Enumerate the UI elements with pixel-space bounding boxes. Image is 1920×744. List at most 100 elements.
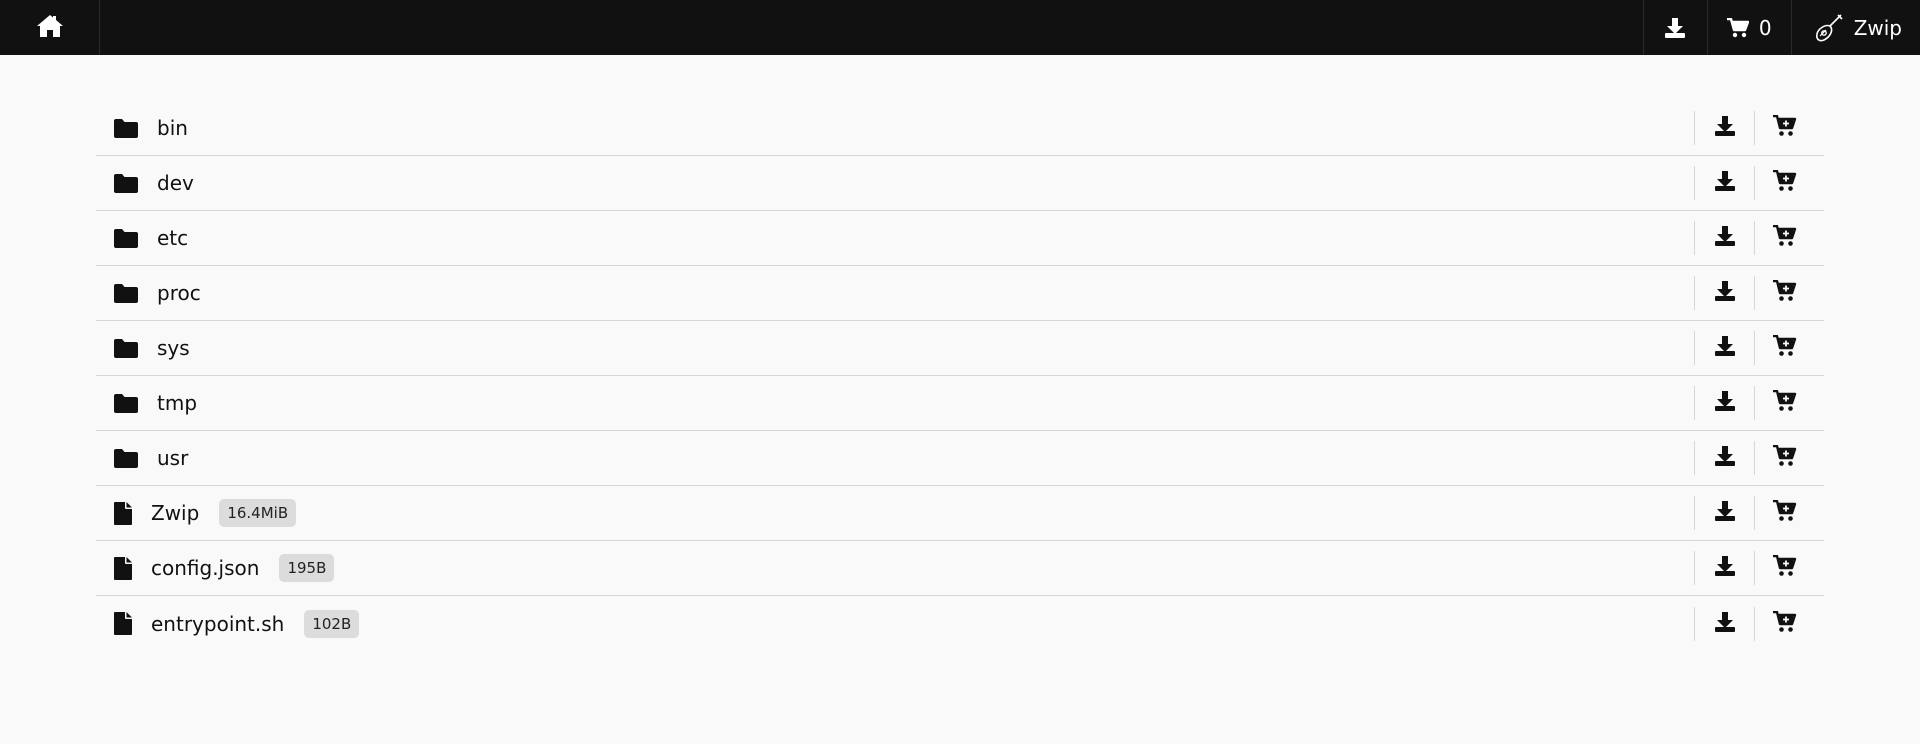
entry-name: dev: [157, 171, 194, 195]
navbar-right: 0 Zwip: [1642, 0, 1920, 55]
cart-add-icon: [1772, 554, 1797, 581]
add-to-cart-button[interactable]: [1754, 331, 1814, 365]
download-icon: [1714, 500, 1736, 526]
file-link-entrypoint-sh[interactable]: entrypoint.sh 102B: [96, 596, 1694, 651]
folder-icon: [114, 338, 138, 358]
cart-add-icon: [1772, 114, 1797, 141]
row-actions: [1694, 166, 1814, 200]
entry-name: tmp: [157, 391, 198, 415]
cart-add-icon: [1772, 279, 1797, 306]
folder-link-bin[interactable]: bin: [96, 101, 1694, 155]
add-to-cart-button[interactable]: [1754, 111, 1814, 145]
download-all-button[interactable]: [1642, 0, 1707, 55]
download-icon: [1714, 445, 1736, 471]
lute-icon: [1814, 13, 1844, 43]
entry-name: entrypoint.sh: [151, 611, 285, 636]
entry-name: usr: [157, 446, 189, 470]
row-actions: [1694, 221, 1814, 255]
cart-add-icon: [1772, 610, 1797, 637]
file-link-config-json[interactable]: config.json 195B: [96, 541, 1694, 595]
folder-icon: [114, 283, 138, 303]
add-to-cart-button[interactable]: [1754, 441, 1814, 475]
list-item: usr: [96, 431, 1824, 486]
cart-add-icon: [1772, 444, 1797, 471]
file-icon: [114, 501, 132, 525]
add-to-cart-button[interactable]: [1754, 221, 1814, 255]
folder-icon: [114, 173, 138, 193]
list-item: tmp: [96, 376, 1824, 431]
download-button[interactable]: [1694, 551, 1754, 585]
folder-link-tmp[interactable]: tmp: [96, 376, 1694, 430]
folder-icon: [114, 393, 138, 413]
list-item: proc: [96, 266, 1824, 321]
folder-icon: [114, 118, 138, 138]
list-item: sys: [96, 321, 1824, 376]
download-button[interactable]: [1694, 166, 1754, 200]
download-button[interactable]: [1694, 496, 1754, 530]
folder-icon: [114, 448, 138, 468]
row-actions: [1694, 551, 1814, 585]
download-icon: [1664, 17, 1686, 39]
download-button[interactable]: [1694, 111, 1754, 145]
cart-button[interactable]: 0: [1706, 0, 1791, 55]
download-icon: [1714, 170, 1736, 196]
add-to-cart-button[interactable]: [1754, 496, 1814, 530]
brand-label: Zwip: [1853, 15, 1902, 40]
list-item: dev: [96, 156, 1824, 211]
folder-link-etc[interactable]: etc: [96, 211, 1694, 265]
folder-link-dev[interactable]: dev: [96, 156, 1694, 210]
download-icon: [1714, 225, 1736, 251]
download-button[interactable]: [1694, 221, 1754, 255]
cart-add-icon: [1772, 499, 1797, 526]
file-link-zwip[interactable]: Zwip 16.4MiB: [96, 486, 1694, 540]
home-icon: [36, 14, 64, 42]
add-to-cart-button[interactable]: [1754, 276, 1814, 310]
add-to-cart-button[interactable]: [1754, 551, 1814, 585]
cart-add-icon: [1772, 334, 1797, 361]
download-icon: [1714, 555, 1736, 581]
file-listing: bin dev etc proc sys tmp usr Zwip 16.4Mi…: [96, 101, 1824, 651]
list-item: Zwip 16.4MiB: [96, 486, 1824, 541]
entry-name: etc: [157, 226, 189, 250]
entry-name: proc: [157, 281, 201, 305]
cart-add-icon: [1772, 389, 1797, 416]
download-button[interactable]: [1694, 441, 1754, 475]
list-item: entrypoint.sh 102B: [96, 596, 1824, 651]
folder-link-usr[interactable]: usr: [96, 431, 1694, 485]
row-actions: [1694, 331, 1814, 365]
row-actions: [1694, 441, 1814, 475]
download-button[interactable]: [1694, 331, 1754, 365]
cart-add-icon: [1772, 224, 1797, 251]
file-size-badge: 102B: [304, 609, 360, 638]
folder-link-sys[interactable]: sys: [96, 321, 1694, 375]
folder-icon: [114, 228, 138, 248]
entry-name: Zwip: [151, 501, 200, 525]
cart-add-icon: [1772, 169, 1797, 196]
add-to-cart-button[interactable]: [1754, 606, 1814, 641]
row-actions: [1694, 111, 1814, 145]
list-item: etc: [96, 211, 1824, 266]
download-button[interactable]: [1694, 386, 1754, 420]
file-icon: [114, 556, 132, 580]
file-size-badge: 16.4MiB: [219, 499, 297, 527]
file-size-badge: 195B: [279, 554, 335, 582]
row-actions: [1694, 606, 1814, 641]
row-actions: [1694, 386, 1814, 420]
download-button[interactable]: [1694, 276, 1754, 310]
top-navbar: 0 Zwip: [0, 0, 1920, 55]
row-actions: [1694, 496, 1814, 530]
brand-link[interactable]: Zwip: [1790, 0, 1920, 55]
row-actions: [1694, 276, 1814, 310]
folder-link-proc[interactable]: proc: [96, 266, 1694, 320]
file-icon: [114, 612, 132, 635]
add-to-cart-button[interactable]: [1754, 386, 1814, 420]
add-to-cart-button[interactable]: [1754, 166, 1814, 200]
download-icon: [1714, 115, 1736, 141]
home-button[interactable]: [0, 0, 100, 55]
entry-name: bin: [157, 116, 188, 140]
cart-icon: [1726, 17, 1749, 38]
download-icon: [1714, 280, 1736, 306]
download-icon: [1714, 611, 1736, 637]
download-button[interactable]: [1694, 606, 1754, 641]
list-item: config.json 195B: [96, 541, 1824, 596]
